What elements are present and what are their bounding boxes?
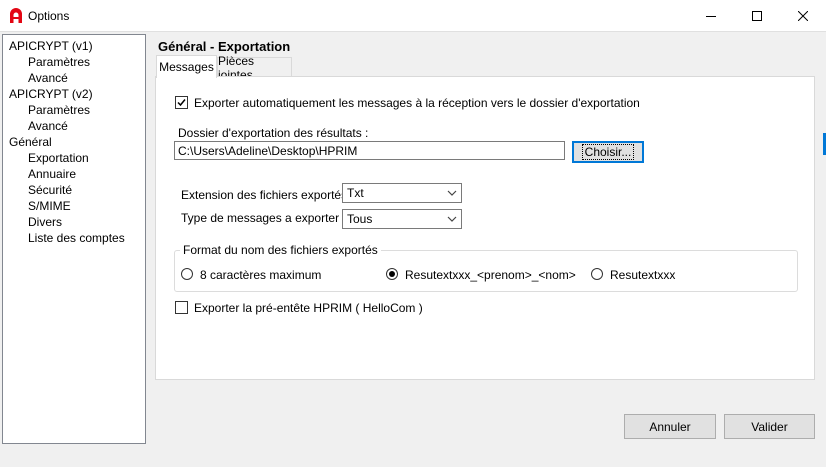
minimize-button[interactable] — [688, 0, 734, 31]
tree-item-securite[interactable]: Sécurité — [28, 183, 72, 197]
window-title: Options — [28, 9, 70, 23]
page-title: Général - Exportation — [158, 39, 291, 54]
checkmark-icon — [177, 99, 186, 107]
tree-item-apicrypt-v2-parametres[interactable]: Paramètres — [28, 103, 90, 117]
radio-8-caracteres-label[interactable]: 8 caractères maximum — [200, 268, 321, 282]
tree-item-apicrypt-v1-avance[interactable]: Avancé — [28, 71, 68, 85]
maximize-button[interactable] — [734, 0, 780, 31]
radio-selected-dot — [389, 271, 395, 277]
choose-folder-button-label: Choisir... — [581, 144, 635, 160]
extension-select[interactable]: Txt — [342, 183, 462, 203]
ok-button[interactable]: Valider — [724, 414, 815, 439]
messages-tab-panel — [155, 76, 815, 380]
extension-label: Extension des fichiers exportés : — [181, 188, 354, 202]
tree-item-exportation[interactable]: Exportation — [28, 151, 89, 165]
message-type-selected-value: Tous — [347, 212, 373, 226]
close-button[interactable] — [780, 0, 826, 31]
export-header-checkbox[interactable] — [175, 301, 188, 314]
tree-item-divers[interactable]: Divers — [28, 215, 62, 229]
tree-item-general[interactable]: Général — [9, 135, 52, 149]
tree-item-smime[interactable]: S/MIME — [28, 199, 71, 213]
tab-messages[interactable]: Messages — [156, 55, 217, 78]
chevron-down-icon — [447, 190, 457, 196]
radio-resutext-label[interactable]: Resutextxxx — [610, 268, 675, 282]
auto-export-checkbox[interactable] — [175, 96, 188, 109]
tree-item-annuaire[interactable]: Annuaire — [28, 167, 76, 181]
options-tree[interactable]: APICRYPT (v1) Paramètres Avancé APICRYPT… — [2, 34, 146, 444]
filename-format-legend: Format du nom des fichiers exportés — [180, 243, 381, 257]
apicrypt-logo-icon — [10, 8, 22, 23]
radio-resutext-prenom-nom-label[interactable]: Resutextxxx_<prenom>_<nom> — [405, 268, 576, 282]
tree-item-apicrypt-v2-avance[interactable]: Avancé — [28, 119, 68, 133]
export-folder-input[interactable] — [174, 141, 565, 160]
tree-item-apicrypt-v1-parametres[interactable]: Paramètres — [28, 55, 90, 69]
tree-item-apicrypt-v1[interactable]: APICRYPT (v1) — [9, 39, 93, 53]
message-type-select[interactable]: Tous — [342, 209, 462, 229]
close-icon — [798, 10, 808, 21]
title-bar: Options — [0, 0, 826, 32]
export-header-label[interactable]: Exporter la pré-entête HPRIM ( HelloCom … — [194, 301, 423, 315]
auto-export-label[interactable]: Exporter automatiquement les messages à … — [194, 96, 640, 110]
tab-pieces-jointes[interactable]: Pièces jointes — [217, 54, 292, 82]
chevron-down-icon — [447, 216, 457, 222]
extension-selected-value: Txt — [347, 186, 364, 200]
ok-button-label: Valider — [751, 419, 788, 434]
maximize-icon — [752, 10, 762, 21]
cancel-button-label: Annuler — [649, 419, 691, 434]
message-type-label: Type de messages a exporter : — [181, 211, 346, 225]
export-folder-label: Dossier d'exportation des résultats : — [178, 126, 369, 140]
radio-resutext-prenom-nom[interactable] — [386, 268, 398, 280]
radio-8-caracteres[interactable] — [181, 268, 193, 280]
choose-folder-button[interactable]: Choisir... — [572, 141, 644, 163]
tree-item-liste-des-comptes[interactable]: Liste des comptes — [28, 231, 125, 245]
cancel-button[interactable]: Annuler — [624, 414, 716, 439]
minimize-icon — [706, 15, 716, 17]
tree-item-apicrypt-v2[interactable]: APICRYPT (v2) — [9, 87, 93, 101]
radio-resutext[interactable] — [591, 268, 603, 280]
